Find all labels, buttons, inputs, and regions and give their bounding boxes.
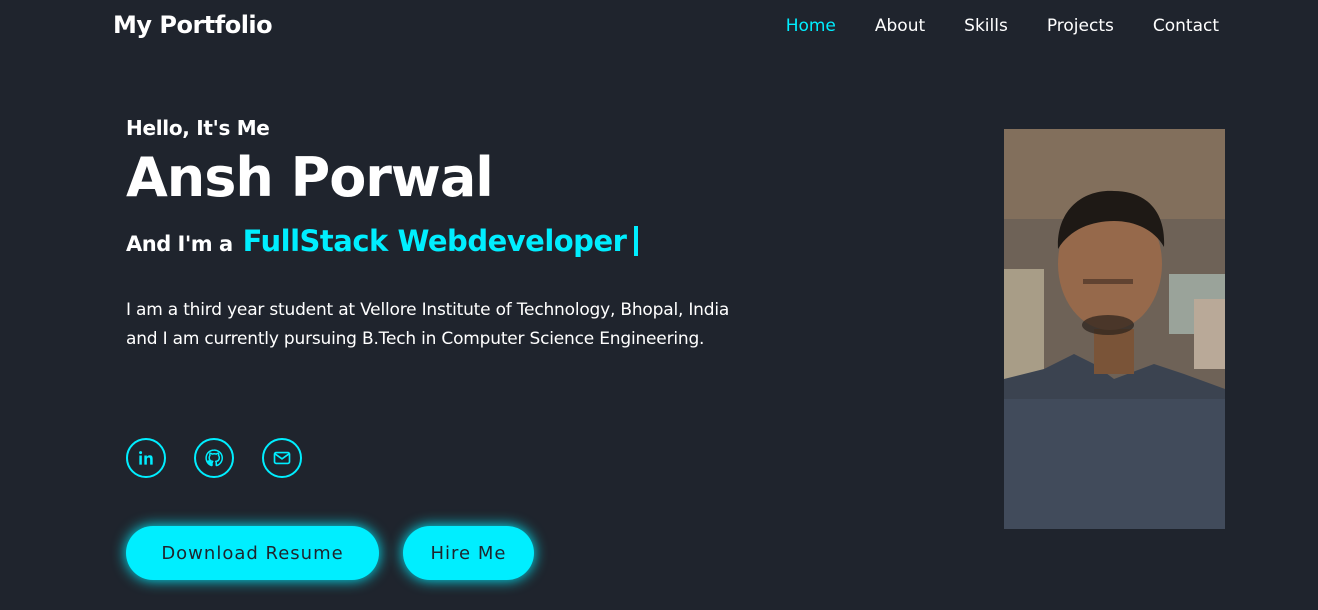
nav-skills[interactable]: Skills bbox=[964, 16, 1008, 36]
nav-home[interactable]: Home bbox=[786, 16, 836, 36]
header: My Portfolio Home About Skills Projects … bbox=[0, 0, 1318, 54]
profile-photo bbox=[1004, 129, 1225, 529]
download-resume-button[interactable]: Download Resume bbox=[126, 526, 379, 580]
typing-cursor bbox=[634, 226, 639, 256]
social-links bbox=[126, 438, 302, 478]
mail-icon bbox=[273, 451, 291, 465]
hero-description: I am a third year student at Vellore Ins… bbox=[126, 300, 730, 349]
hero-name: Ansh Porwal bbox=[126, 146, 494, 209]
nav-projects[interactable]: Projects bbox=[1047, 16, 1114, 36]
hero-buttons: Download Resume Hire Me bbox=[126, 526, 534, 580]
hero-content: Hello, It's Me Ansh Porwal And I'm a Ful… bbox=[126, 116, 746, 354]
role-line: And I'm a FullStack Webdeveloper bbox=[126, 224, 746, 258]
logo[interactable]: My Portfolio bbox=[113, 11, 273, 39]
github-icon bbox=[205, 449, 223, 467]
nav-contact[interactable]: Contact bbox=[1153, 16, 1219, 36]
role-text: FullStack Webdeveloper bbox=[242, 224, 627, 258]
greeting: Hello, It's Me bbox=[126, 116, 270, 140]
linkedin-link[interactable] bbox=[126, 438, 166, 478]
mail-link[interactable] bbox=[262, 438, 302, 478]
linkedin-icon bbox=[139, 451, 153, 465]
role-prefix: And I'm a bbox=[126, 232, 233, 256]
hire-me-button[interactable]: Hire Me bbox=[403, 526, 534, 580]
main-nav: Home About Skills Projects Contact bbox=[786, 16, 1219, 36]
github-link[interactable] bbox=[194, 438, 234, 478]
nav-about[interactable]: About bbox=[875, 16, 925, 36]
